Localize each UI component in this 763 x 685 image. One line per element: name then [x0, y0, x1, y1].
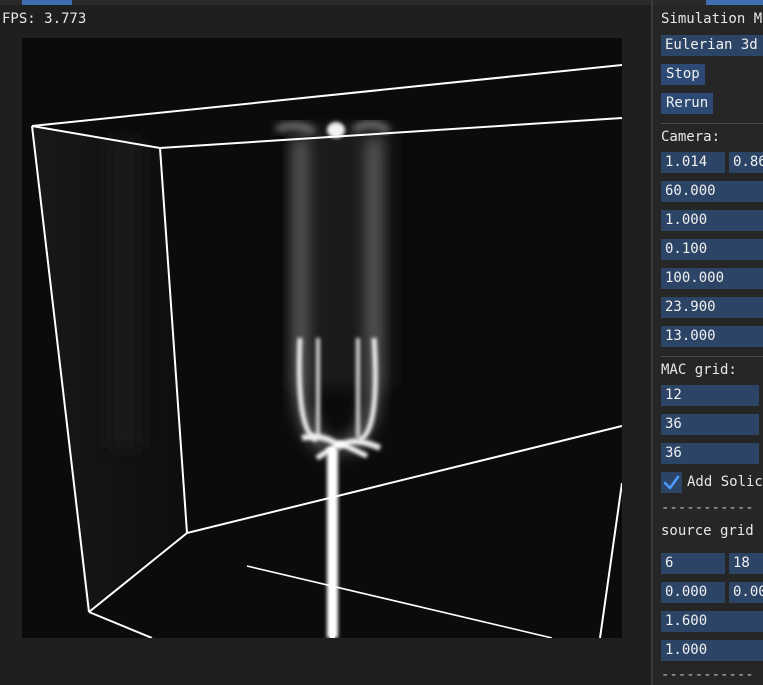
mac-grid-x-field[interactable]: 12 [661, 385, 759, 406]
add-solid-label: Add Solic [687, 474, 763, 490]
source-grid-d-field[interactable]: 0.00 [729, 582, 763, 603]
rerun-button[interactable]: Rerun [661, 93, 714, 114]
checkmark-icon [663, 475, 680, 490]
camera-fov-field[interactable]: 60.000 [661, 181, 763, 202]
mac-grid-z-field[interactable]: 36 [661, 443, 759, 464]
camera-near-field[interactable]: 0.100 [661, 239, 763, 260]
viewport-window: FPS: 3.773 [0, 5, 651, 685]
source-grid-label: source grid [661, 523, 754, 539]
mac-grid-y-field[interactable]: 36 [661, 414, 759, 435]
simulation-canvas[interactable] [22, 38, 622, 638]
camera-far-field[interactable]: 100.000 [661, 268, 763, 289]
smoke-render [22, 38, 622, 638]
camera-label: Camera: [661, 129, 721, 145]
panel-title: Simulation M [661, 11, 763, 27]
dashed-separator: ----------- [661, 500, 754, 516]
fps-counter: FPS: 3.773 [2, 11, 87, 27]
camera-pitch-field[interactable]: 13.000 [661, 326, 763, 347]
separator [661, 123, 763, 124]
camera-position-x-field[interactable]: 1.014 [661, 152, 725, 173]
source-grid-f-field[interactable]: 1.000 [661, 640, 763, 661]
camera-aspect-field[interactable]: 1.000 [661, 210, 763, 231]
add-solid-checkbox[interactable] [661, 472, 682, 493]
simulation-panel: Simulation M Eulerian 3d Stop Rerun Came… [653, 5, 763, 685]
separator [661, 356, 763, 357]
source-grid-c-field[interactable]: 0.000 [661, 582, 725, 603]
source-grid-a-field[interactable]: 6 [661, 553, 725, 574]
stop-button[interactable]: Stop [661, 64, 705, 85]
dashed-separator-bottom: ----------- [661, 667, 754, 683]
camera-position-y-field[interactable]: 0.86 [729, 152, 763, 173]
camera-yaw-field[interactable]: 23.900 [661, 297, 763, 318]
source-grid-e-field[interactable]: 1.600 [661, 611, 763, 632]
mac-grid-label: MAC grid: [661, 362, 737, 378]
source-grid-b-field[interactable]: 18 [729, 553, 763, 574]
simulation-mode-select[interactable]: Eulerian 3d [661, 35, 763, 56]
